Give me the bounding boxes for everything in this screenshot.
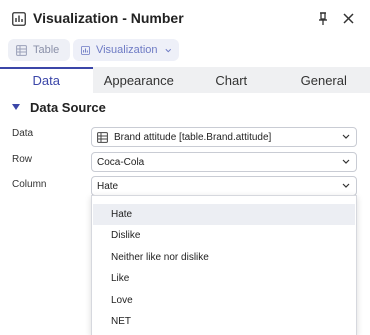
column-select[interactable]: Hate (91, 176, 357, 196)
column-dropdown-menu: Hate Dislike Neither like nor dislike Li… (91, 195, 357, 335)
chevron-down-icon (342, 183, 350, 188)
breadcrumb-label: Visualization (95, 44, 158, 56)
breadcrumb-table[interactable]: Table (8, 39, 70, 61)
chevron-down-icon (164, 48, 171, 52)
title-bar: Visualization - Number (0, 0, 370, 38)
breadcrumb-visualization[interactable]: Visualization (73, 39, 179, 61)
table-icon (16, 44, 27, 56)
tab-data[interactable]: Data (0, 67, 93, 93)
chevron-down-icon (342, 159, 350, 164)
table-icon (97, 131, 108, 143)
dropdown-option[interactable]: Neither like nor dislike (93, 247, 355, 268)
chevron-down-icon (342, 134, 350, 139)
data-select[interactable]: Brand attitude [table.Brand.attitude] (91, 127, 357, 147)
tab-general[interactable]: General (278, 67, 370, 93)
dropdown-option[interactable]: Love (93, 290, 355, 311)
row-select-value: Coca-Cola (97, 156, 145, 168)
section-title: Data Source (30, 100, 106, 115)
tab-bar: Data Appearance Chart General (0, 67, 370, 93)
chart-icon (12, 12, 26, 26)
tab-chart[interactable]: Chart (185, 67, 278, 93)
visualization-icon (81, 45, 90, 55)
column-label: Column (12, 179, 47, 190)
dropdown-option[interactable]: Dislike (93, 225, 355, 246)
column-select-value: Hate (97, 180, 119, 192)
section-data-source[interactable]: Data Source (12, 100, 106, 115)
row-select[interactable]: Coca-Cola (91, 152, 357, 172)
panel-title: Visualization - Number (33, 10, 184, 26)
row-label: Row (12, 154, 33, 165)
dropdown-option[interactable]: Hate (93, 204, 355, 225)
close-icon[interactable] (342, 12, 355, 25)
pin-icon[interactable] (316, 11, 330, 27)
dropdown-option[interactable]: NET (93, 311, 355, 332)
breadcrumb-label: Table (33, 44, 60, 56)
collapse-triangle-icon[interactable] (12, 104, 20, 111)
dropdown-option[interactable]: Like (93, 268, 355, 289)
data-select-value: Brand attitude [table.Brand.attitude] (114, 131, 272, 143)
tab-appearance[interactable]: Appearance (93, 67, 186, 93)
data-label: Data (12, 128, 34, 139)
